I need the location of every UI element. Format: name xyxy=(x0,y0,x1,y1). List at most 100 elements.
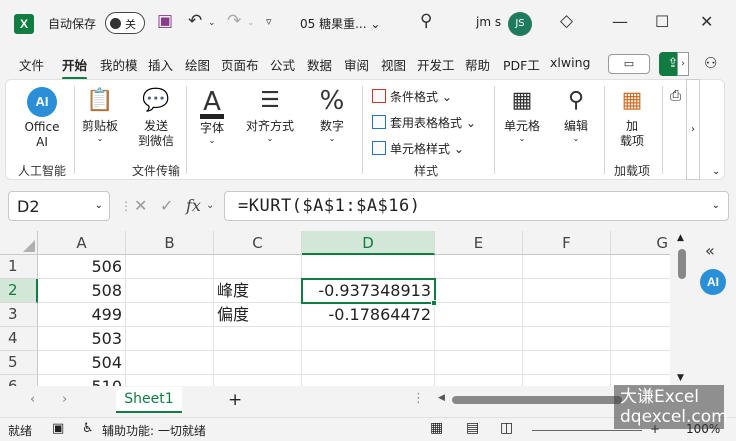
row-header-4[interactable]: 4 xyxy=(0,327,38,351)
cell-d4[interactable] xyxy=(302,327,435,351)
cell-a5[interactable]: 504 xyxy=(38,351,126,375)
column-header-e[interactable]: E xyxy=(435,231,523,255)
scroll-left-icon[interactable]: ◀ xyxy=(438,393,445,403)
font-button[interactable]: A 字体 ⌄ xyxy=(192,87,232,146)
user-name[interactable]: jm s xyxy=(476,15,501,29)
addins-button[interactable]: ▦ 加 载项 xyxy=(610,87,654,149)
scroll-up-icon[interactable]: ▲ xyxy=(677,233,684,243)
conditional-format-button[interactable]: 条件格式 ⌄ xyxy=(372,88,452,105)
tab-view[interactable]: 视图 xyxy=(381,55,406,74)
cell-e1[interactable] xyxy=(435,255,523,279)
prev-sheet-icon[interactable]: ‹ xyxy=(30,392,35,407)
save-icon[interactable]: ▣ xyxy=(157,11,173,31)
cell-b2[interactable] xyxy=(126,279,214,303)
undo-icon[interactable]: ↶ xyxy=(188,11,202,31)
more-icon[interactable]: ⋮ xyxy=(120,199,132,213)
ai-assistant-icon[interactable]: AI xyxy=(700,269,726,295)
next-sheet-icon[interactable]: › xyxy=(62,392,67,407)
cell-f5[interactable] xyxy=(523,351,611,375)
cell-a2[interactable]: 508 xyxy=(38,279,126,303)
tab-data[interactable]: 数据 xyxy=(307,55,332,74)
cell-a6[interactable]: 510 xyxy=(38,375,126,386)
enter-icon[interactable]: ✓ xyxy=(160,196,173,215)
cell-a4[interactable]: 503 xyxy=(38,327,126,351)
cell-c1[interactable] xyxy=(214,255,302,279)
fill-handle[interactable] xyxy=(431,300,437,306)
column-header-g[interactable]: G xyxy=(611,231,670,255)
tab-my-template[interactable]: 我的模 xyxy=(100,55,138,74)
cell-g2[interactable] xyxy=(611,279,670,303)
cell-b1[interactable] xyxy=(126,255,214,279)
tab-xlwings[interactable]: xlwing xyxy=(550,55,590,70)
cell-b5[interactable] xyxy=(126,351,214,375)
cell-f3[interactable] xyxy=(523,303,611,327)
accessibility-icon[interactable]: ♿ xyxy=(82,421,94,436)
row-header-5[interactable]: 5 xyxy=(0,351,38,375)
insert-function-icon[interactable]: fx xyxy=(186,196,201,215)
tab-insert[interactable]: 插入 xyxy=(148,55,173,74)
cell-b4[interactable] xyxy=(126,327,214,351)
tab-file[interactable]: 文件 xyxy=(19,55,44,74)
collapse-panel-icon[interactable]: « xyxy=(705,241,715,260)
cell-g4[interactable] xyxy=(611,327,670,351)
row-header-6[interactable]: 6 xyxy=(0,375,38,386)
cell-c5[interactable] xyxy=(214,351,302,375)
tab-formulas[interactable]: 公式 xyxy=(270,55,295,74)
cell-e4[interactable] xyxy=(435,327,523,351)
cells-button[interactable]: ▦ 单元格 ⌄ xyxy=(500,87,544,144)
diamond-icon[interactable]: ◇ xyxy=(560,11,573,31)
minimize-button[interactable]: — xyxy=(612,12,628,31)
redo-icon[interactable]: ↷ xyxy=(227,11,241,31)
select-all-corner[interactable] xyxy=(0,231,38,255)
cell-d6[interactable] xyxy=(302,375,435,386)
row-header-1[interactable]: 1 xyxy=(0,255,38,279)
horizontal-scroll-thumb[interactable] xyxy=(452,396,622,404)
column-header-c[interactable]: C xyxy=(214,231,302,255)
column-header-d[interactable]: D xyxy=(302,231,435,255)
cell-b6[interactable] xyxy=(126,375,214,386)
cell-a3[interactable]: 499 xyxy=(38,303,126,327)
collapse-ribbon-icon[interactable]: ⌄ xyxy=(712,166,720,177)
document-title[interactable]: 05 糖果重... ⌄ xyxy=(300,15,380,32)
cell-c2[interactable]: 峰度 xyxy=(214,279,302,303)
search-icon[interactable]: ⚲ xyxy=(420,11,432,31)
tab-pdf[interactable]: PDF工 xyxy=(503,55,540,74)
cell-c4[interactable] xyxy=(214,327,302,351)
column-header-a[interactable]: A xyxy=(38,231,126,255)
more-sheets-icon[interactable]: ⋮ xyxy=(412,391,425,406)
cell-b3[interactable] xyxy=(126,303,214,327)
undo-dropdown-icon[interactable]: ⌄ xyxy=(208,18,216,28)
format-as-table-button[interactable]: 套用表格格式 ⌄ xyxy=(372,114,476,131)
cell-g5[interactable] xyxy=(611,351,670,375)
send-to-wechat-button[interactable]: 💬 发送 到微信 xyxy=(132,87,180,149)
page-layout-view-icon[interactable]: ▤ xyxy=(466,420,479,436)
tab-review[interactable]: 审阅 xyxy=(344,55,369,74)
cell-e2[interactable] xyxy=(435,279,523,303)
column-header-b[interactable]: B xyxy=(126,231,214,255)
editing-button[interactable]: ⚲ 编辑 ⌄ xyxy=(554,87,598,144)
vertical-scrollbar[interactable]: ▲ ▼ xyxy=(675,231,689,386)
name-box[interactable]: D2 ⌄ xyxy=(8,191,110,221)
cell-g3[interactable] xyxy=(611,303,670,327)
zoom-slider[interactable] xyxy=(532,430,642,431)
cell-g1[interactable] xyxy=(611,255,670,279)
formula-input[interactable]: =KURT($A$1:$A$16) ⌄ xyxy=(224,191,729,221)
cell-f4[interactable] xyxy=(523,327,611,351)
customize-qat-icon[interactable]: ▿ xyxy=(266,15,272,28)
sheet-tab-sheet1[interactable]: Sheet1 xyxy=(116,387,182,413)
cell-a1[interactable]: 506 xyxy=(38,255,126,279)
cell-c3[interactable]: 偏度 xyxy=(214,303,302,327)
add-sheet-button[interactable]: + xyxy=(228,390,242,410)
cell-e5[interactable] xyxy=(435,351,523,375)
number-format-button[interactable]: % 数字 ⌄ xyxy=(310,87,354,144)
worksheet-grid[interactable]: A B C D E F G 1 2 3 4 5 6 506 508 499 50… xyxy=(0,231,670,386)
autosave-toggle[interactable]: 关 xyxy=(105,12,145,34)
column-header-f[interactable]: F xyxy=(523,231,611,255)
office-ai-button[interactable]: AI Office AI xyxy=(16,87,68,150)
cell-f2[interactable] xyxy=(523,279,611,303)
accessibility-status[interactable]: 辅助功能: 一切就绪 xyxy=(102,422,206,439)
macro-icon[interactable]: ▣ xyxy=(52,421,64,436)
cell-e6[interactable] xyxy=(435,375,523,386)
tab-home[interactable]: 开始 xyxy=(62,55,88,80)
redo-dropdown-icon[interactable]: ⌄ xyxy=(247,18,255,28)
